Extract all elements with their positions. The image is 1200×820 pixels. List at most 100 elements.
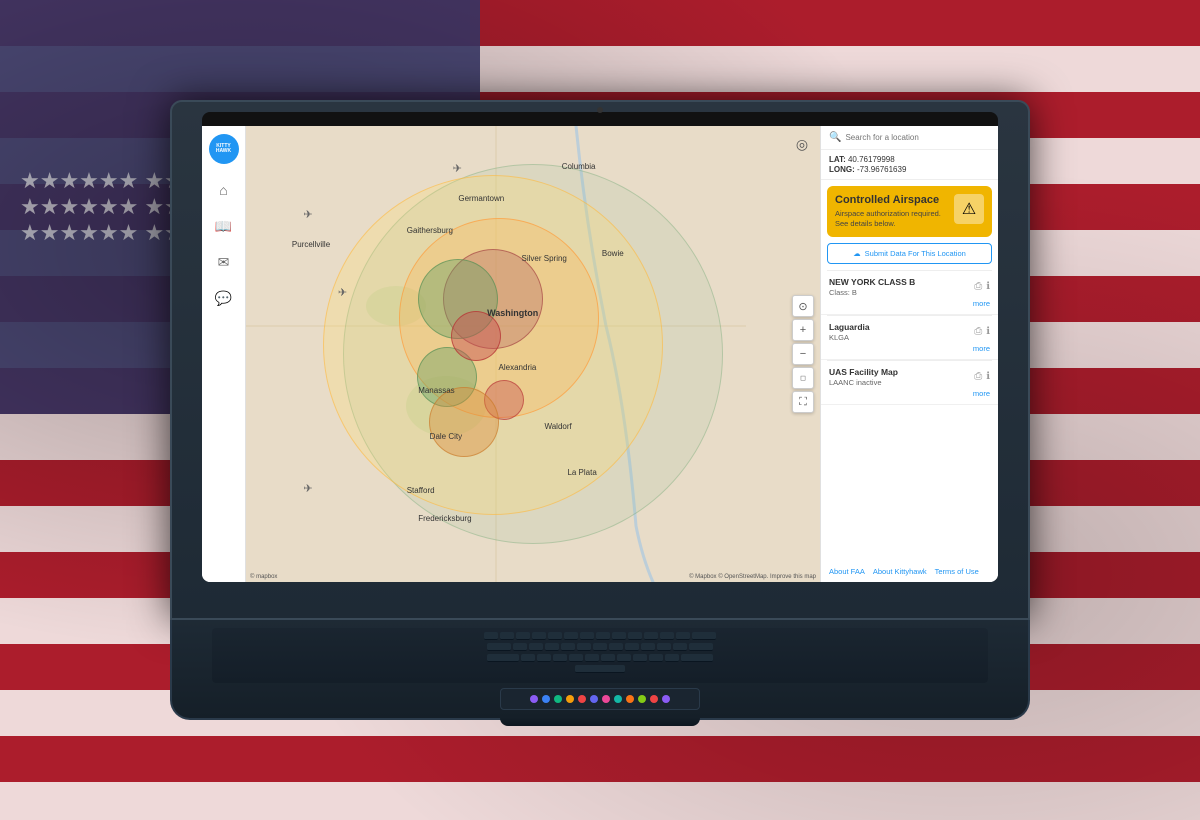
map-label-fredericksburg: Fredericksburg (418, 514, 471, 523)
about-faa-link[interactable]: About FAA (829, 567, 865, 576)
info-icon-lga[interactable]: ℹ (986, 326, 990, 337)
key (676, 632, 690, 640)
location-pin-icon: ◎ (792, 134, 812, 154)
key-row-2 (218, 643, 982, 651)
info-row-nyc: NEW YORK CLASS B Class: B ⎙ ℹ more (821, 271, 998, 315)
info-row-nyc-actions: ⎙ ℹ (974, 281, 990, 292)
laptop-stand (500, 718, 700, 726)
key (580, 632, 594, 640)
key (660, 632, 674, 640)
laptop: KITTYHAWK ⌂ 📖 ✉ 💬 (170, 100, 1030, 720)
touchpad-btn-11[interactable] (650, 695, 658, 703)
touchpad-btn-1[interactable] (530, 695, 538, 703)
key (644, 632, 658, 640)
more-link-uas[interactable]: more (829, 389, 990, 398)
plane-marker-4: ✈ (453, 162, 462, 175)
map-label-gaithersburg: Gaithersburg (407, 226, 453, 235)
long-label: LONG: (829, 165, 855, 174)
controlled-airspace-card: Controlled Airspace Airspace authorizati… (827, 186, 992, 237)
map-label-bowie: Bowie (602, 249, 624, 258)
key (487, 654, 519, 662)
key (561, 643, 575, 651)
key (609, 643, 623, 651)
key (513, 643, 527, 651)
touchpad-btn-12[interactable] (662, 695, 670, 703)
key (692, 632, 716, 640)
touchpad-btn-3[interactable] (554, 695, 562, 703)
key (529, 643, 543, 651)
warning-text-area: Controlled Airspace Airspace authorizati… (835, 194, 948, 229)
submit-data-button[interactable]: ☁ Submit Data For This Location (827, 243, 992, 264)
map-label-columbia: Columbia (562, 162, 596, 171)
map-area[interactable]: Columbia Germantown Gaithersburg Silver … (246, 126, 820, 582)
info-icon-nyc[interactable]: ℹ (986, 281, 990, 292)
touchpad-btn-5[interactable] (578, 695, 586, 703)
touchpad-btn-4[interactable] (566, 695, 574, 703)
map-label-washington: Washington (487, 308, 538, 318)
touchpad-btn-8[interactable] (614, 695, 622, 703)
share-icon-lga[interactable]: ⎙ (974, 326, 982, 337)
key (585, 654, 599, 662)
locate-button[interactable]: ⊙ (792, 295, 814, 317)
warning-title: Controlled Airspace (835, 194, 948, 206)
warning-description: Airspace authorization required. See det… (835, 209, 948, 229)
screen-content: KITTYHAWK ⌂ 📖 ✉ 💬 (202, 126, 998, 582)
touchpad-btn-9[interactable] (626, 695, 634, 703)
info-row-uas-actions: ⎙ ℹ (974, 371, 990, 382)
key (689, 643, 713, 651)
share-icon-nyc[interactable]: ⎙ (974, 281, 982, 292)
camera (597, 107, 603, 113)
key-row-4 (218, 665, 982, 673)
logo-text: KITTYHAWK (216, 144, 231, 154)
about-kittyhawk-link[interactable]: About Kittyhawk (873, 567, 927, 576)
key (569, 654, 583, 662)
search-icon: 🔍 (829, 132, 841, 143)
share-icon-uas[interactable]: ⎙ (974, 371, 982, 382)
warning-triangle-icon: ⚠ (962, 199, 976, 219)
key (553, 654, 567, 662)
info-row-uas-header: UAS Facility Map LAANC inactive ⎙ ℹ (829, 367, 990, 387)
lat-value: 40.76179998 (848, 155, 895, 164)
zoom-in-button[interactable]: + (792, 319, 814, 341)
screen-bezel: KITTYHAWK ⌂ 📖 ✉ 💬 (202, 112, 998, 582)
key (487, 643, 511, 651)
sidebar-mail-icon[interactable]: ✉ (208, 246, 240, 278)
search-bar[interactable]: 🔍 (821, 126, 998, 150)
fullscreen-button[interactable]: ⛶ (792, 391, 814, 413)
map-label-stafford: Stafford (407, 486, 435, 495)
tilt-button[interactable]: ◻ (792, 367, 814, 389)
touchpad-btn-7[interactable] (602, 695, 610, 703)
info-icon-uas[interactable]: ℹ (986, 371, 990, 382)
key (628, 632, 642, 640)
info-row-lga-title: Laguardia KLGA (829, 322, 870, 342)
submit-btn-label: Submit Data For This Location (865, 249, 966, 258)
key (596, 632, 610, 640)
key (617, 654, 631, 662)
sidebar-book-icon[interactable]: 📖 (208, 210, 240, 242)
touchpad-btn-6[interactable] (590, 695, 598, 703)
more-link-lga[interactable]: more (829, 344, 990, 353)
more-link-nyc[interactable]: more (829, 299, 990, 308)
key (625, 643, 639, 651)
search-input[interactable] (845, 133, 990, 142)
map-attribution: © Mapbox © OpenStreetMap. Improve this m… (689, 574, 816, 580)
sidebar-home-icon[interactable]: ⌂ (208, 174, 240, 206)
key-spacebar (575, 665, 625, 673)
touchpad-btn-2[interactable] (542, 695, 550, 703)
map-label-alexandria: Alexandria (499, 363, 537, 372)
warning-icon: ⚠ (954, 194, 984, 224)
key (612, 632, 626, 640)
touchpad-btn-10[interactable] (638, 695, 646, 703)
key (601, 654, 615, 662)
key (545, 643, 559, 651)
key (681, 654, 713, 662)
touchpad[interactable] (500, 688, 700, 710)
terms-of-use-link[interactable]: Terms of Use (935, 567, 979, 576)
zoom-out-button[interactable]: − (792, 343, 814, 365)
app-logo[interactable]: KITTYHAWK (209, 134, 239, 164)
sidebar-chat-icon[interactable]: 💬 (208, 282, 240, 314)
key-row-3 (218, 654, 982, 662)
long-row: LONG: -73.96761639 (829, 165, 990, 174)
laptop-keyboard (170, 620, 1030, 720)
info-row-lga-actions: ⎙ ℹ (974, 326, 990, 337)
